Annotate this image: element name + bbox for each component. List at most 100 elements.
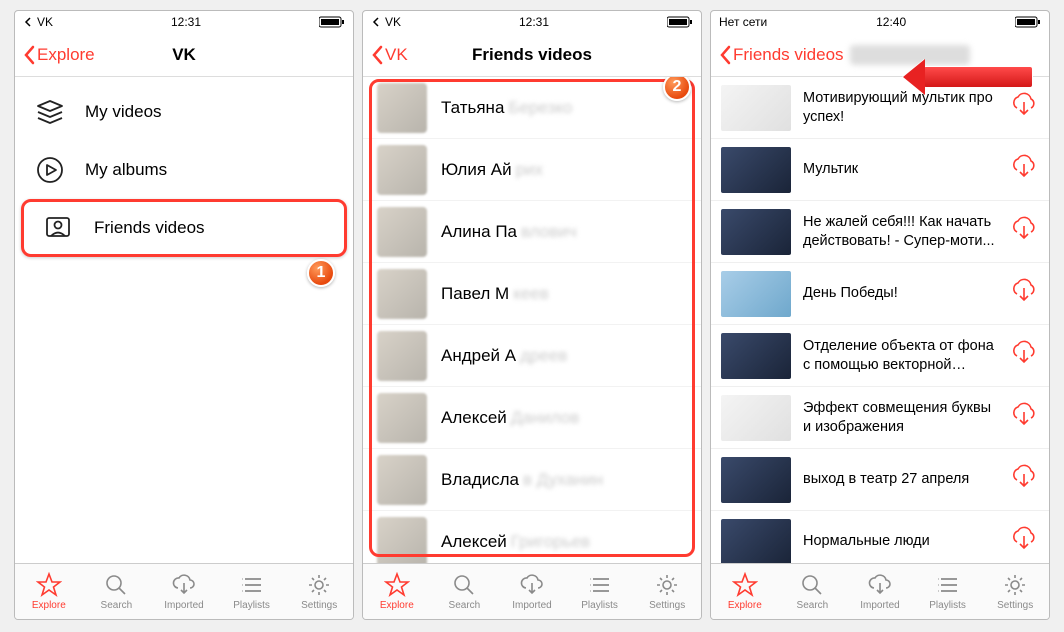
tab-label: Search bbox=[797, 600, 829, 611]
friend-row[interactable]: Татьяна Березко bbox=[363, 77, 701, 139]
tab-imported[interactable]: Imported bbox=[846, 564, 914, 619]
gear-icon bbox=[654, 572, 680, 598]
video-thumbnail bbox=[721, 271, 791, 317]
video-title: Нормальные люди bbox=[803, 532, 997, 550]
tab-label: Settings bbox=[997, 600, 1033, 611]
tab-search[interactable]: Search bbox=[431, 564, 499, 619]
download-icon bbox=[1009, 524, 1039, 554]
tab-settings[interactable]: Settings bbox=[633, 564, 701, 619]
content-area: Татьяна Березко Юлия Ай рих Алина Па вло… bbox=[363, 77, 701, 563]
video-row[interactable]: Отделение объекта от фона с помощью вект… bbox=[711, 325, 1049, 387]
nav-title: Friends videos bbox=[363, 45, 701, 65]
friend-row[interactable]: Юлия Ай рих bbox=[363, 139, 701, 201]
battery-icon bbox=[319, 16, 345, 28]
tab-label: Imported bbox=[164, 600, 203, 611]
screen-friends-list: VK 12:31 VK Friends videos Татьяна Берез… bbox=[362, 10, 702, 620]
friend-row[interactable]: Алина Па влович bbox=[363, 201, 701, 263]
video-title: Отделение объекта от фона с помощью вект… bbox=[803, 337, 997, 373]
friend-row[interactable]: Алексей Григорьев bbox=[363, 511, 701, 563]
nav-bar: Explore VK bbox=[15, 33, 353, 77]
friend-name-blurred: Григорьев bbox=[511, 532, 590, 552]
download-icon bbox=[1009, 400, 1039, 430]
friend-row[interactable]: Павел М кеев bbox=[363, 263, 701, 325]
video-row[interactable]: Мультик bbox=[711, 139, 1049, 201]
download-button[interactable] bbox=[1009, 524, 1039, 559]
tab-label: Playlists bbox=[581, 600, 618, 611]
friend-avatar bbox=[377, 331, 427, 381]
status-network: Нет сети bbox=[719, 15, 767, 29]
tab-search[interactable]: Search bbox=[83, 564, 151, 619]
chevron-left-icon bbox=[719, 45, 731, 65]
tab-label: Explore bbox=[728, 600, 762, 611]
tab-bar: Explore Search Imported Playlists Settin… bbox=[15, 563, 353, 619]
back-button[interactable]: VK bbox=[371, 45, 408, 65]
nav-bar: VK Friends videos bbox=[363, 33, 701, 77]
video-row[interactable]: Нормальные люди bbox=[711, 511, 1049, 563]
tab-explore[interactable]: Explore bbox=[15, 564, 83, 619]
tab-playlists[interactable]: Playlists bbox=[566, 564, 634, 619]
status-bar: Нет сети 12:40 bbox=[711, 11, 1049, 33]
video-row[interactable]: День Победы! bbox=[711, 263, 1049, 325]
friend-row[interactable]: Андрей А дреев bbox=[363, 325, 701, 387]
video-thumbnail bbox=[721, 519, 791, 564]
friend-name-blurred: кеев bbox=[513, 284, 549, 304]
status-app: VK bbox=[385, 15, 401, 29]
cloud-download-icon bbox=[171, 572, 197, 598]
friend-name: Андрей А bbox=[441, 346, 516, 366]
battery-icon bbox=[1015, 16, 1041, 28]
download-button[interactable] bbox=[1009, 400, 1039, 435]
video-row[interactable]: Эффект совмещения буквы и изображения bbox=[711, 387, 1049, 449]
tab-explore[interactable]: Explore bbox=[363, 564, 431, 619]
back-label: Friends videos bbox=[733, 45, 844, 65]
content-area: My videos My albums Friends videos 1 bbox=[15, 77, 353, 563]
tab-settings[interactable]: Settings bbox=[981, 564, 1049, 619]
tab-imported[interactable]: Imported bbox=[498, 564, 566, 619]
tab-imported[interactable]: Imported bbox=[150, 564, 218, 619]
friend-avatar bbox=[377, 455, 427, 505]
tab-playlists[interactable]: Playlists bbox=[914, 564, 982, 619]
download-button[interactable] bbox=[1009, 214, 1039, 249]
menu-label: Friends videos bbox=[94, 218, 205, 238]
friend-row[interactable]: Владисла в Духанин bbox=[363, 449, 701, 511]
list-icon bbox=[587, 572, 613, 598]
friend-name-blurred: Данилов bbox=[511, 408, 579, 428]
tab-explore[interactable]: Explore bbox=[711, 564, 779, 619]
download-icon bbox=[1009, 152, 1039, 182]
video-row[interactable]: выход в театр 27 апреля bbox=[711, 449, 1049, 511]
download-button[interactable] bbox=[1009, 152, 1039, 187]
back-icon bbox=[371, 17, 381, 27]
video-thumbnail bbox=[721, 147, 791, 193]
friend-name-blurred: в Духанин bbox=[523, 470, 603, 490]
download-button[interactable] bbox=[1009, 90, 1039, 125]
gear-icon bbox=[306, 572, 332, 598]
star-icon bbox=[732, 572, 758, 598]
download-button[interactable] bbox=[1009, 276, 1039, 311]
download-button[interactable] bbox=[1009, 462, 1039, 497]
video-thumbnail bbox=[721, 457, 791, 503]
tab-label: Search bbox=[449, 600, 481, 611]
friend-name-blurred: Березко bbox=[508, 98, 572, 118]
tab-settings[interactable]: Settings bbox=[285, 564, 353, 619]
video-row[interactable]: Не жалей себя!!! Как начать действовать!… bbox=[711, 201, 1049, 263]
back-button[interactable]: Explore bbox=[23, 45, 95, 65]
tab-search[interactable]: Search bbox=[779, 564, 847, 619]
back-button[interactable]: Friends videos bbox=[719, 45, 844, 65]
tab-label: Explore bbox=[380, 600, 414, 611]
screen-vk-menu: VK 12:31 Explore VK My videos My al bbox=[14, 10, 354, 620]
menu-my-videos[interactable]: My videos bbox=[15, 83, 353, 141]
video-row[interactable]: Мотивирующий мультик про успех! bbox=[711, 77, 1049, 139]
annotation-badge-1: 1 bbox=[307, 259, 335, 287]
tab-playlists[interactable]: Playlists bbox=[218, 564, 286, 619]
friend-avatar bbox=[377, 269, 427, 319]
download-button[interactable] bbox=[1009, 338, 1039, 373]
friend-name: Владисла bbox=[441, 470, 519, 490]
tab-label: Explore bbox=[32, 600, 66, 611]
friend-row[interactable]: Алексей Данилов bbox=[363, 387, 701, 449]
download-icon bbox=[1009, 338, 1039, 368]
nav-bar: Friends videos bbox=[711, 33, 1049, 77]
friend-name: Татьяна bbox=[441, 98, 504, 118]
download-icon bbox=[1009, 276, 1039, 306]
menu-friends-videos[interactable]: Friends videos bbox=[21, 199, 347, 257]
video-title: Не жалей себя!!! Как начать действовать!… bbox=[803, 213, 997, 249]
menu-my-albums[interactable]: My albums bbox=[15, 141, 353, 199]
